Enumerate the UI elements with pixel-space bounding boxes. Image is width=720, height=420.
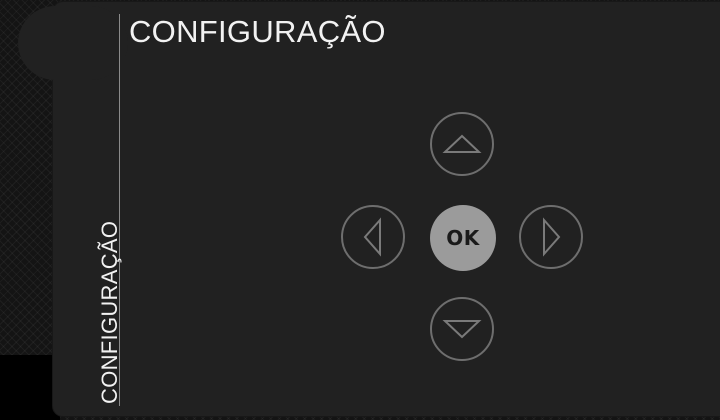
background-corner	[0, 355, 60, 420]
triangle-up-icon	[442, 134, 482, 153]
dpad-down-button[interactable]	[430, 297, 494, 361]
dpad-ok-button[interactable]: OK	[430, 205, 496, 271]
triangle-right-icon	[543, 217, 561, 257]
dpad-left-button[interactable]	[341, 205, 405, 269]
side-menu-label[interactable]: CONFIGURAÇÃO	[97, 221, 122, 404]
triangle-down-icon	[442, 320, 482, 339]
dpad-right-button[interactable]	[519, 205, 583, 269]
panel-tab	[18, 6, 128, 80]
screen: CONFIGURAÇÃO CONFIGURAÇÃO OK	[0, 0, 720, 420]
page-title: CONFIGURAÇÃO	[129, 14, 386, 49]
triangle-left-icon	[363, 217, 381, 257]
ok-label: OK	[446, 226, 480, 250]
dpad-up-button[interactable]	[430, 112, 494, 176]
